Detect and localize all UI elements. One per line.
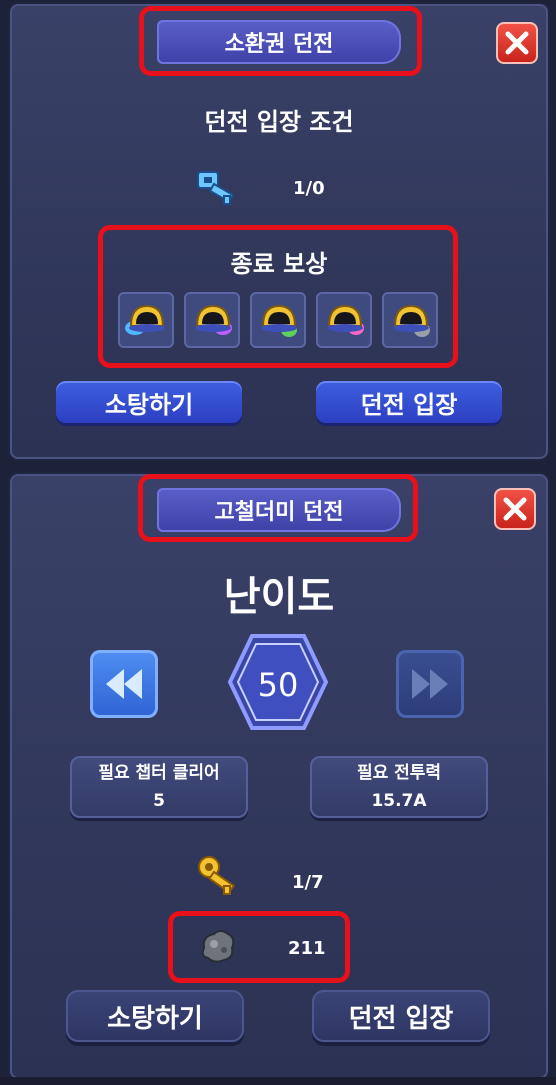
required-chapter-box: 필요 챕터 클리어 5 — [70, 756, 248, 818]
reward-slot[interactable] — [250, 292, 306, 348]
blue-key-icon — [197, 171, 235, 205]
helmet-gem-icon — [393, 304, 430, 337]
iron-key-count: 1/7 — [292, 872, 324, 893]
double-left-arrow-icon — [106, 669, 142, 699]
enter-dungeon-button-label: 던전 입장 — [348, 1003, 454, 1034]
required-power-box: 필요 전투력 15.7A — [310, 756, 488, 818]
double-right-arrow-icon — [412, 669, 448, 699]
helmet-gem-icon — [125, 304, 165, 335]
sweep-button[interactable]: 소탕하기 — [66, 990, 244, 1042]
required-power-label: 필요 전투력 — [356, 763, 442, 783]
reward-slot[interactable] — [316, 292, 372, 348]
difficulty-heading: 난이도 — [223, 574, 335, 620]
difficulty-prev-button[interactable] — [90, 650, 158, 718]
difficulty-value: 50 — [257, 666, 299, 704]
entry-condition-heading: 던전 입장 조건 — [204, 108, 354, 136]
reward-heading: 종료 보상 — [230, 250, 328, 278]
iron-dungeon-panel: 고철더미 던전 난이도 50 필요 챕터 클리어 5 필요 전투력 15.7A — [8, 472, 550, 1081]
required-chapter-value: 5 — [153, 791, 165, 811]
gold-key-icon — [198, 856, 236, 895]
enter-dungeon-button[interactable]: 던전 입장 — [312, 990, 490, 1042]
reward-slot[interactable] — [382, 292, 438, 348]
enter-dungeon-button-label: 던전 입장 — [360, 390, 458, 419]
summon-key-count: 1/0 — [293, 178, 325, 199]
close-button[interactable] — [496, 22, 538, 64]
scrap-ore-icon — [201, 930, 235, 963]
sweep-button-label: 소탕하기 — [107, 1003, 203, 1034]
close-button[interactable] — [494, 488, 536, 530]
helmet-gem-icon — [195, 304, 232, 335]
reward-slot[interactable] — [118, 292, 174, 348]
enter-dungeon-button[interactable]: 던전 입장 — [316, 381, 502, 423]
required-power-value: 15.7A — [371, 791, 427, 811]
difficulty-next-button[interactable] — [396, 650, 464, 718]
iron-dungeon-title: 고철더미 던전 — [157, 488, 401, 532]
scrap-count: 211 — [288, 938, 326, 959]
required-chapter-label: 필요 챕터 클리어 — [98, 763, 220, 783]
helmet-gem-icon — [261, 304, 297, 337]
summon-dungeon-title: 소환권 던전 — [157, 20, 401, 64]
close-icon — [503, 497, 527, 521]
reward-slot[interactable] — [184, 292, 240, 348]
bottom-edge — [0, 1077, 556, 1085]
sweep-button[interactable]: 소탕하기 — [56, 381, 242, 423]
summon-dungeon-panel: 소환권 던전 던전 입장 조건 1/0 종료 보상 소탕하기 던전 입장 — [8, 2, 550, 461]
iron-dungeon-title-text: 고철더미 던전 — [214, 500, 344, 525]
summon-dungeon-title-text: 소환권 던전 — [224, 32, 334, 57]
close-icon — [505, 31, 529, 55]
helmet-gem-icon — [327, 304, 364, 335]
sweep-button-label: 소탕하기 — [104, 390, 194, 419]
